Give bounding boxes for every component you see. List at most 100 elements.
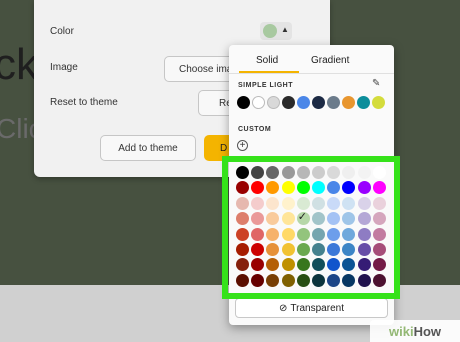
theme-color-swatch[interactable]: [252, 96, 265, 109]
palette-color-swatch[interactable]: [357, 181, 371, 195]
palette-color-swatch[interactable]: [327, 227, 341, 241]
palette-color-swatch[interactable]: [327, 212, 341, 226]
choose-image-button[interactable]: Choose ima: [164, 56, 234, 82]
palette-color-swatch[interactable]: [311, 242, 325, 256]
palette-color-swatch[interactable]: [281, 227, 295, 241]
palette-color-swatch[interactable]: [296, 242, 310, 256]
palette-color-swatch[interactable]: [327, 273, 341, 287]
palette-color-swatch[interactable]: [357, 196, 371, 210]
palette-color-swatch[interactable]: [357, 166, 371, 179]
palette-color-swatch[interactable]: [296, 196, 310, 210]
theme-section-label: SIMPLE LIGHT: [238, 82, 293, 89]
palette-color-swatch[interactable]: [236, 212, 249, 226]
palette-color-swatch[interactable]: [342, 181, 356, 195]
palette-color-swatch[interactable]: [372, 242, 386, 256]
palette-color-swatch[interactable]: [311, 273, 325, 287]
theme-color-swatch[interactable]: [327, 96, 340, 109]
palette-color-swatch[interactable]: [266, 258, 280, 272]
palette-color-swatch[interactable]: [296, 181, 310, 195]
palette-color-swatch[interactable]: [236, 273, 249, 287]
palette-color-swatch[interactable]: [372, 227, 386, 241]
palette-color-swatch[interactable]: [266, 212, 280, 226]
palette-color-swatch[interactable]: [357, 273, 371, 287]
palette-color-swatch[interactable]: [251, 227, 265, 241]
palette-color-swatch[interactable]: [342, 242, 356, 256]
palette-color-swatch[interactable]: [342, 227, 356, 241]
palette-color-swatch[interactable]: [236, 258, 249, 272]
palette-color-swatch[interactable]: [251, 273, 265, 287]
palette-color-swatch[interactable]: [281, 166, 295, 179]
palette-color-swatch[interactable]: [296, 273, 310, 287]
palette-color-swatch[interactable]: [266, 181, 280, 195]
palette-color-swatch[interactable]: [342, 212, 356, 226]
palette-color-swatch[interactable]: [311, 166, 325, 179]
add-to-theme-button[interactable]: Add to theme: [100, 135, 196, 161]
palette-color-swatch[interactable]: [311, 227, 325, 241]
palette-color-swatch[interactable]: [236, 166, 249, 179]
palette-color-swatch[interactable]: [281, 196, 295, 210]
palette-color-swatch[interactable]: [251, 196, 265, 210]
palette-color-swatch[interactable]: [372, 181, 386, 195]
palette-color-swatch[interactable]: [251, 181, 265, 195]
palette-color-swatch[interactable]: [311, 181, 325, 195]
palette-color-swatch[interactable]: [281, 242, 295, 256]
palette-color-swatch[interactable]: [327, 181, 341, 195]
palette-color-swatch[interactable]: [372, 258, 386, 272]
palette-color-swatch[interactable]: [372, 273, 386, 287]
palette-color-swatch[interactable]: [357, 242, 371, 256]
palette-color-swatch[interactable]: [266, 242, 280, 256]
theme-color-swatch[interactable]: [297, 96, 310, 109]
palette-color-swatch[interactable]: [342, 258, 356, 272]
palette-color-swatch[interactable]: ✓: [296, 211, 310, 226]
palette-color-swatch[interactable]: [327, 196, 341, 210]
theme-color-swatch[interactable]: [342, 96, 355, 109]
palette-color-swatch[interactable]: [357, 212, 371, 226]
palette-color-swatch[interactable]: [281, 181, 295, 195]
palette-color-swatch[interactable]: [372, 196, 386, 210]
palette-color-swatch[interactable]: [251, 242, 265, 256]
theme-color-swatch[interactable]: [282, 96, 295, 109]
palette-color-swatch[interactable]: [327, 166, 341, 179]
palette-color-swatch[interactable]: [327, 242, 341, 256]
palette-color-swatch[interactable]: [251, 166, 265, 179]
palette-color-swatch[interactable]: [311, 212, 325, 226]
palette-color-swatch[interactable]: [311, 196, 325, 210]
palette-color-swatch[interactable]: [251, 258, 265, 272]
palette-color-swatch[interactable]: [311, 258, 325, 272]
palette-color-swatch[interactable]: [281, 273, 295, 287]
palette-color-swatch[interactable]: [266, 166, 280, 179]
palette-color-swatch[interactable]: [236, 181, 249, 195]
theme-color-swatch[interactable]: [237, 96, 250, 109]
theme-color-swatch[interactable]: [372, 96, 385, 109]
palette-color-swatch[interactable]: [357, 258, 371, 272]
plus-circle-icon[interactable]: +: [237, 140, 248, 151]
palette-color-swatch[interactable]: [236, 227, 249, 241]
palette-color-swatch[interactable]: [266, 273, 280, 287]
palette-color-swatch[interactable]: [357, 227, 371, 241]
transparent-button[interactable]: ⊘ Transparent: [235, 298, 388, 318]
palette-color-swatch[interactable]: [281, 258, 295, 272]
palette-color-swatch[interactable]: [296, 166, 310, 179]
color-dropdown-button[interactable]: ▲: [260, 22, 292, 40]
palette-color-swatch[interactable]: [342, 273, 356, 287]
theme-color-swatch[interactable]: [267, 96, 280, 109]
palette-color-swatch[interactable]: [251, 212, 265, 226]
theme-color-swatch[interactable]: [357, 96, 370, 109]
palette-color-swatch[interactable]: [281, 212, 295, 226]
palette-color-swatch[interactable]: [296, 227, 310, 241]
tab-gradient[interactable]: Gradient: [311, 55, 349, 66]
palette-color-swatch[interactable]: [236, 242, 249, 256]
palette-color-swatch[interactable]: [266, 227, 280, 241]
color-palette-grid: ✓: [236, 166, 386, 287]
palette-color-swatch[interactable]: [342, 166, 356, 179]
palette-color-swatch[interactable]: [236, 196, 249, 210]
palette-color-swatch[interactable]: [296, 258, 310, 272]
palette-color-swatch[interactable]: [266, 196, 280, 210]
palette-color-swatch[interactable]: [342, 196, 356, 210]
tab-solid[interactable]: Solid: [256, 55, 278, 66]
palette-color-swatch[interactable]: [327, 258, 341, 272]
palette-color-swatch[interactable]: [372, 166, 386, 179]
theme-color-swatch[interactable]: [312, 96, 325, 109]
palette-color-swatch[interactable]: [372, 212, 386, 226]
pencil-icon[interactable]: ✎: [372, 78, 380, 89]
